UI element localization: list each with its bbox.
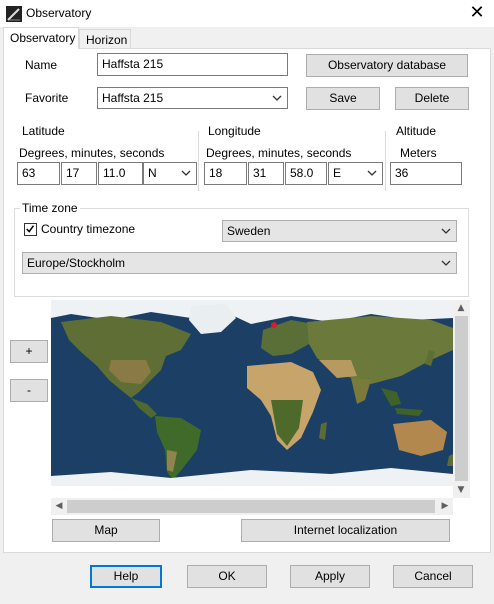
favorite-value: Haffsta 215	[102, 91, 164, 105]
observatory-icon	[6, 6, 22, 22]
checkmark-icon	[26, 225, 35, 233]
country-value: Sweden	[227, 224, 271, 238]
latitude-seconds-input[interactable]: 11.0	[98, 162, 143, 185]
ok-button[interactable]: OK	[187, 565, 267, 588]
favorite-label: Favorite	[25, 91, 69, 105]
altitude-units-label: Meters	[400, 146, 437, 160]
scroll-up-arrow[interactable]: ▲	[453, 300, 469, 316]
apply-button[interactable]: Apply	[290, 565, 370, 588]
zoom-in-button[interactable]: +	[10, 340, 48, 363]
observatory-database-button[interactable]: Observatory database	[306, 54, 468, 77]
zoom-out-button[interactable]: -	[10, 379, 48, 402]
scroll-right-arrow[interactable]: ▶	[437, 498, 453, 514]
name-label: Name	[25, 58, 58, 72]
close-icon[interactable]: ✕	[466, 2, 488, 24]
longitude-seconds-input[interactable]: 58.0	[285, 162, 327, 185]
location-marker	[271, 322, 277, 328]
world-map[interactable]	[51, 300, 453, 486]
help-button[interactable]: Help	[90, 565, 162, 588]
map-button[interactable]: Map	[52, 519, 160, 542]
cancel-button[interactable]: Cancel	[393, 565, 473, 588]
name-input[interactable]: Haffsta 215	[97, 53, 288, 76]
latitude-title: Latitude	[22, 124, 65, 138]
latitude-hemisphere-value: N	[148, 166, 157, 180]
latitude-units-label: Degrees, minutes, seconds	[19, 146, 165, 160]
horizontal-scroll-thumb[interactable]	[67, 500, 435, 513]
world-map-image	[51, 300, 453, 486]
timezone-dropdown[interactable]: Europe/Stockholm	[22, 252, 457, 274]
map-vertical-scrollbar[interactable]: ▲ ▼	[453, 300, 470, 498]
timezone-value: Europe/Stockholm	[27, 256, 126, 270]
tab-label: Horizon	[86, 33, 128, 47]
longitude-hemisphere-dropdown[interactable]: E	[328, 162, 383, 185]
tab-observatory[interactable]: Observatory	[3, 27, 79, 49]
delete-button[interactable]: Delete	[395, 87, 469, 110]
chevron-down-icon	[441, 228, 451, 234]
latitude-hemisphere-dropdown[interactable]: N	[143, 162, 197, 185]
chevron-down-icon	[441, 260, 451, 266]
window-title: Observatory	[26, 6, 92, 20]
chevron-down-icon	[272, 95, 282, 101]
timezone-title: Time zone	[20, 201, 80, 215]
country-timezone-label: Country timezone	[41, 222, 136, 236]
save-button[interactable]: Save	[306, 87, 380, 110]
map-horizontal-scrollbar[interactable]: ◀ ▶	[51, 498, 453, 515]
chevron-down-icon	[181, 170, 191, 176]
country-timezone-checkbox[interactable]	[24, 223, 37, 236]
longitude-hemisphere-value: E	[333, 166, 342, 180]
title-bar: Observatory ✕	[0, 0, 494, 27]
chevron-down-icon	[367, 170, 377, 176]
scroll-down-arrow[interactable]: ▼	[453, 482, 469, 498]
scroll-left-arrow[interactable]: ◀	[51, 498, 67, 514]
altitude-title: Altitude	[396, 124, 437, 138]
altitude-input[interactable]: 36	[390, 162, 462, 185]
longitude-minutes-input[interactable]: 31	[248, 162, 284, 185]
longitude-title: Longitude	[208, 124, 261, 138]
longitude-degrees-input[interactable]: 18	[204, 162, 247, 185]
tab-horizon[interactable]: Horizon	[79, 29, 131, 49]
favorite-dropdown[interactable]: Haffsta 215	[97, 87, 288, 109]
country-dropdown[interactable]: Sweden	[222, 220, 457, 242]
latitude-degrees-input[interactable]: 63	[17, 162, 60, 185]
internet-localization-button[interactable]: Internet localization	[241, 519, 450, 542]
tab-label: Observatory	[10, 31, 76, 45]
vertical-scroll-thumb[interactable]	[455, 316, 468, 481]
longitude-units-label: Degrees, minutes, seconds	[206, 146, 352, 160]
latitude-minutes-input[interactable]: 17	[61, 162, 97, 185]
